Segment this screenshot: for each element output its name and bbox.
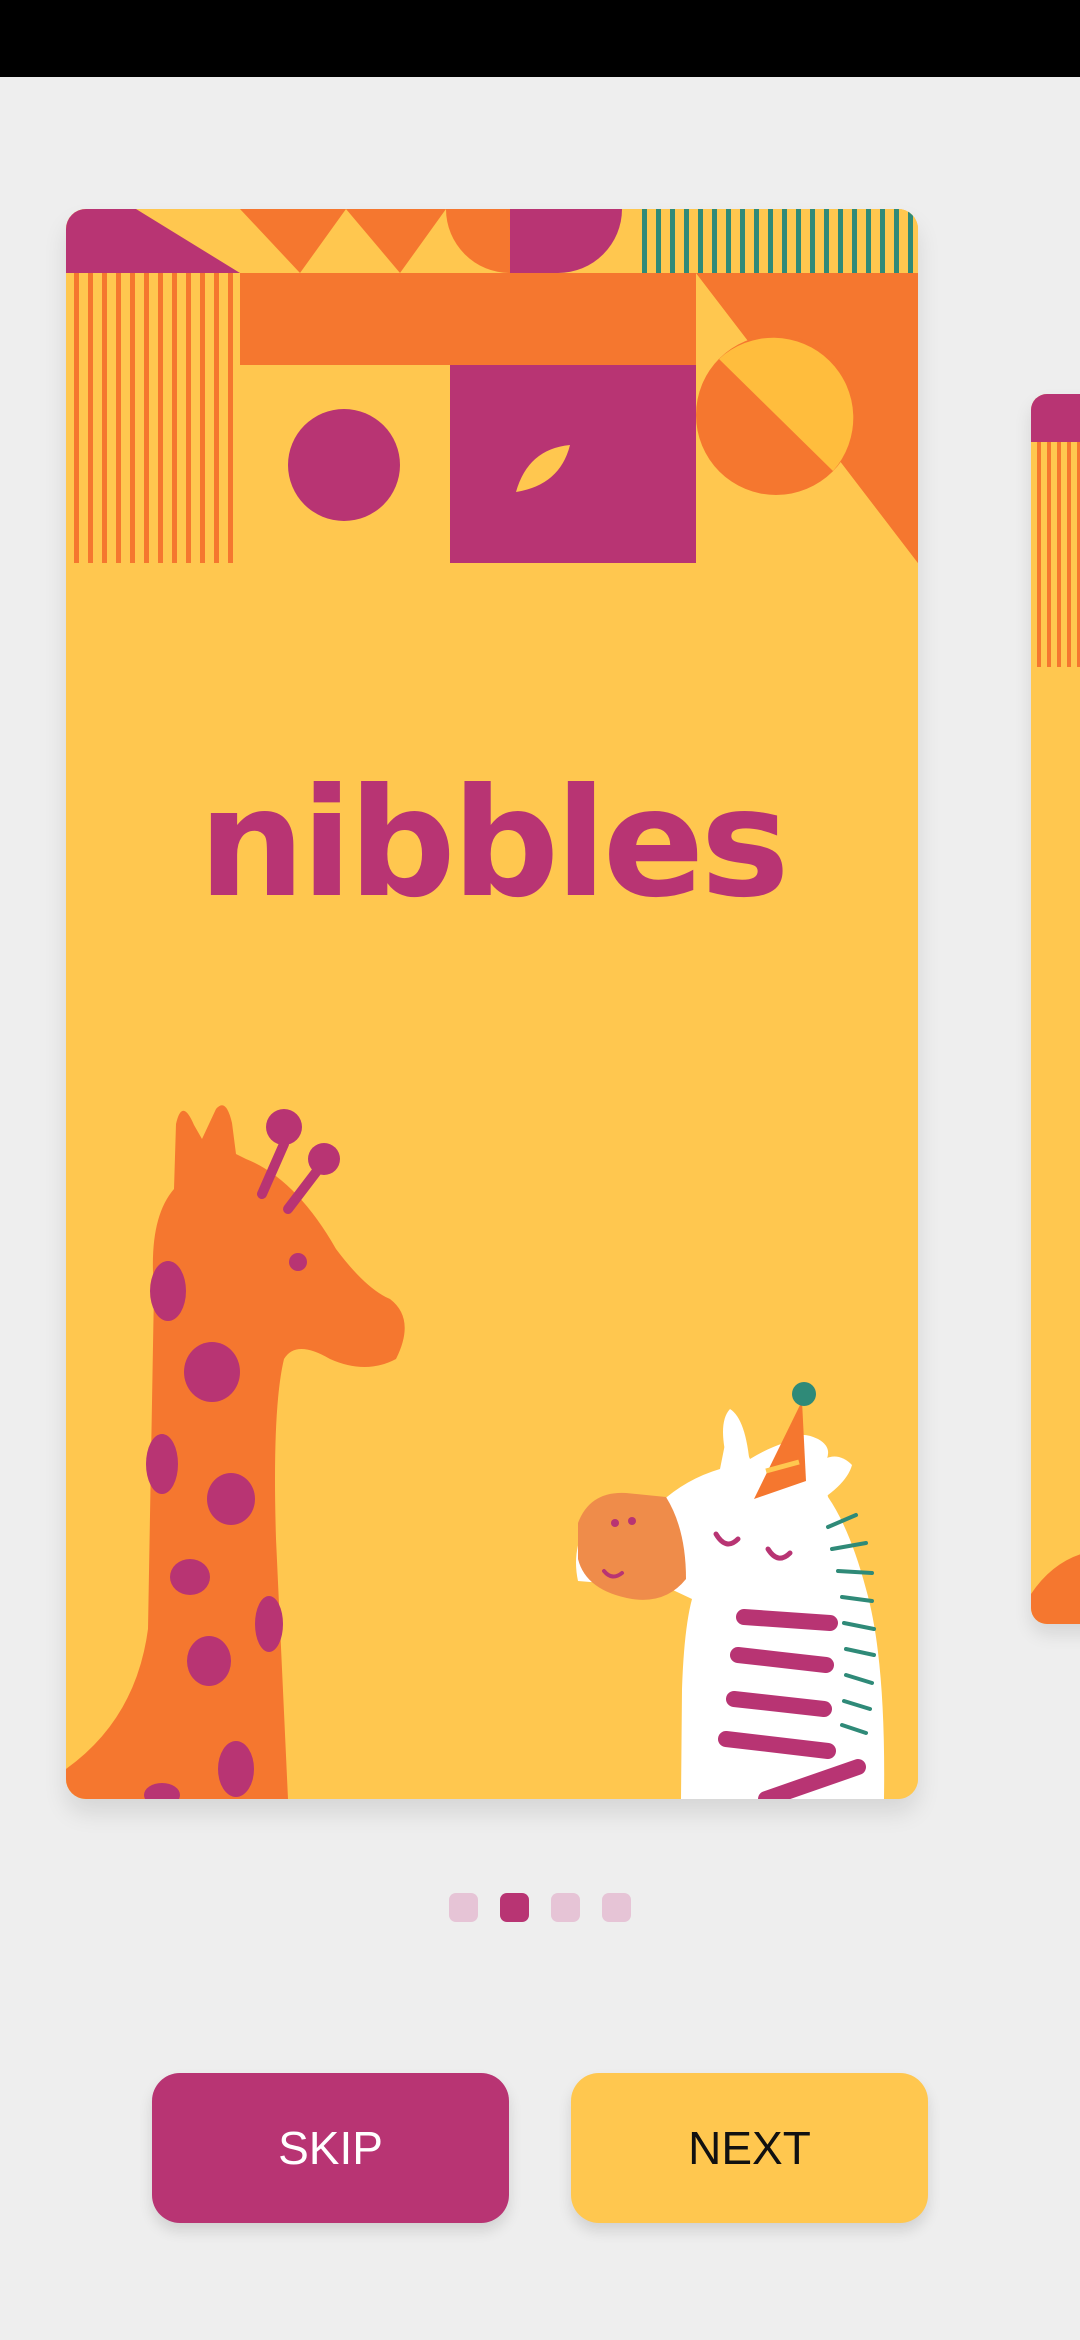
- status-bar: [0, 0, 1080, 77]
- page-dot-1[interactable]: [449, 1893, 478, 1922]
- geometric-pattern: [66, 209, 918, 563]
- page-indicator: [0, 1893, 1080, 1922]
- page-dot-3[interactable]: [551, 1893, 580, 1922]
- next-button[interactable]: NEXT: [571, 2073, 928, 2223]
- brand-logo: nibbles: [198, 757, 789, 931]
- skip-button[interactable]: SKIP: [152, 2073, 509, 2223]
- page-dot-4[interactable]: [602, 1893, 631, 1922]
- page-dot-2-active[interactable]: [500, 1893, 529, 1922]
- onboarding-card[interactable]: nibbles: [66, 209, 918, 1799]
- next-onboarding-card[interactable]: [1031, 394, 1080, 1624]
- onboarding-carousel[interactable]: nibbles: [0, 77, 1080, 1897]
- onboarding-illustration: [66, 209, 918, 1799]
